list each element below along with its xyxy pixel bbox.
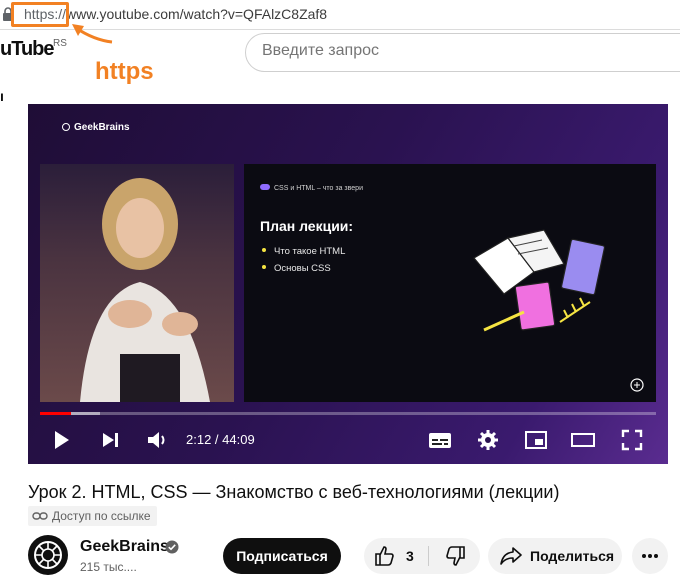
thumbs-up-icon: [375, 546, 394, 566]
speaker-figure-icon: [80, 178, 210, 402]
access-badge: Доступ по ссылке: [28, 506, 157, 526]
fullscreen-button[interactable]: [620, 428, 644, 452]
miniplayer-button[interactable]: [524, 428, 548, 452]
share-label: Поделиться: [530, 548, 615, 564]
annotation-arrow-icon: [72, 24, 113, 44]
geekbrains-avatar-icon: [34, 541, 62, 569]
verified-icon: [165, 540, 179, 554]
subscriber-count: 215 тыс....: [80, 560, 137, 574]
like-button[interactable]: 3: [364, 538, 428, 574]
geekbrains-logo-icon: [630, 378, 644, 392]
share-icon: [500, 547, 522, 565]
youtube-logo[interactable]: uTube: [0, 38, 55, 61]
slide-item: Основы CSS: [262, 263, 345, 274]
volume-icon: [148, 432, 165, 448]
time-separator: /: [211, 432, 223, 447]
settings-button[interactable]: [476, 428, 500, 452]
annotation-label: https: [95, 58, 154, 85]
lecture-slide: CSS и HTML – что за звери План лекции: Ч…: [244, 164, 656, 402]
play-icon: [55, 431, 69, 449]
slide-crumb-text: CSS и HTML – что за звери: [274, 185, 363, 192]
progress-played[interactable]: [40, 412, 71, 415]
screenshot-root: https://www.youtube.com/watch?v=QFAlzC8Z…: [0, 0, 680, 588]
books-illustration-icon: [473, 229, 606, 332]
slide-title: План лекции:: [260, 218, 354, 234]
logo-region: RS: [53, 38, 67, 49]
link-icon: [32, 512, 48, 520]
more-horizontal-icon: [642, 554, 658, 558]
subtitles-button[interactable]: [428, 428, 452, 452]
highlight-box: [11, 2, 69, 27]
dislike-button[interactable]: [430, 538, 480, 574]
slide-item: Что такое HTML: [262, 246, 345, 257]
time-total: 44:09: [222, 432, 255, 447]
crumb-bullet-icon: [260, 184, 270, 190]
theater-icon: [571, 433, 595, 447]
slide-list: Что такое HTML Основы CSS: [262, 246, 345, 280]
like-divider: [428, 546, 429, 566]
player-brand: GeekBrains: [62, 122, 130, 133]
theater-button[interactable]: [570, 428, 596, 452]
subscribe-button[interactable]: Подписаться: [223, 538, 341, 574]
play-button[interactable]: [52, 428, 72, 452]
like-count: 3: [406, 548, 414, 564]
time-display: 2:12 / 44:09: [186, 432, 255, 447]
volume-button[interactable]: [146, 428, 168, 452]
time-current: 2:12: [186, 432, 212, 447]
progress-track[interactable]: [40, 412, 656, 415]
search-box[interactable]: [245, 33, 680, 72]
video-title: Урок 2. HTML, CSS — Знакомство с веб-тех…: [28, 482, 560, 502]
channel-name[interactable]: GeekBrains: [80, 538, 169, 556]
speaker-video-frame: [40, 164, 234, 402]
brand-label: GeekBrains: [74, 122, 130, 133]
subtitles-icon: [429, 433, 451, 448]
search-input[interactable]: [262, 42, 662, 60]
next-button[interactable]: [100, 428, 122, 452]
slide-crumb: CSS и HTML – что за звери: [260, 184, 363, 192]
miniplayer-icon: [525, 431, 547, 449]
more-actions-button[interactable]: [632, 538, 668, 574]
access-label: Доступ по ссылке: [52, 509, 151, 523]
gear-icon: [478, 430, 498, 450]
channel-avatar[interactable]: [28, 535, 68, 575]
fullscreen-icon: [621, 429, 643, 451]
like-dislike-bar: 3: [364, 538, 480, 574]
next-icon: [103, 433, 118, 447]
side-menu-fragment: ı: [0, 88, 4, 104]
thumbs-down-icon: [446, 546, 465, 566]
video-player[interactable]: GeekBrains CSS и HTML – что за звери Пла…: [28, 104, 668, 464]
brand-logo-icon: [62, 123, 70, 131]
share-button[interactable]: Поделиться: [488, 538, 622, 574]
